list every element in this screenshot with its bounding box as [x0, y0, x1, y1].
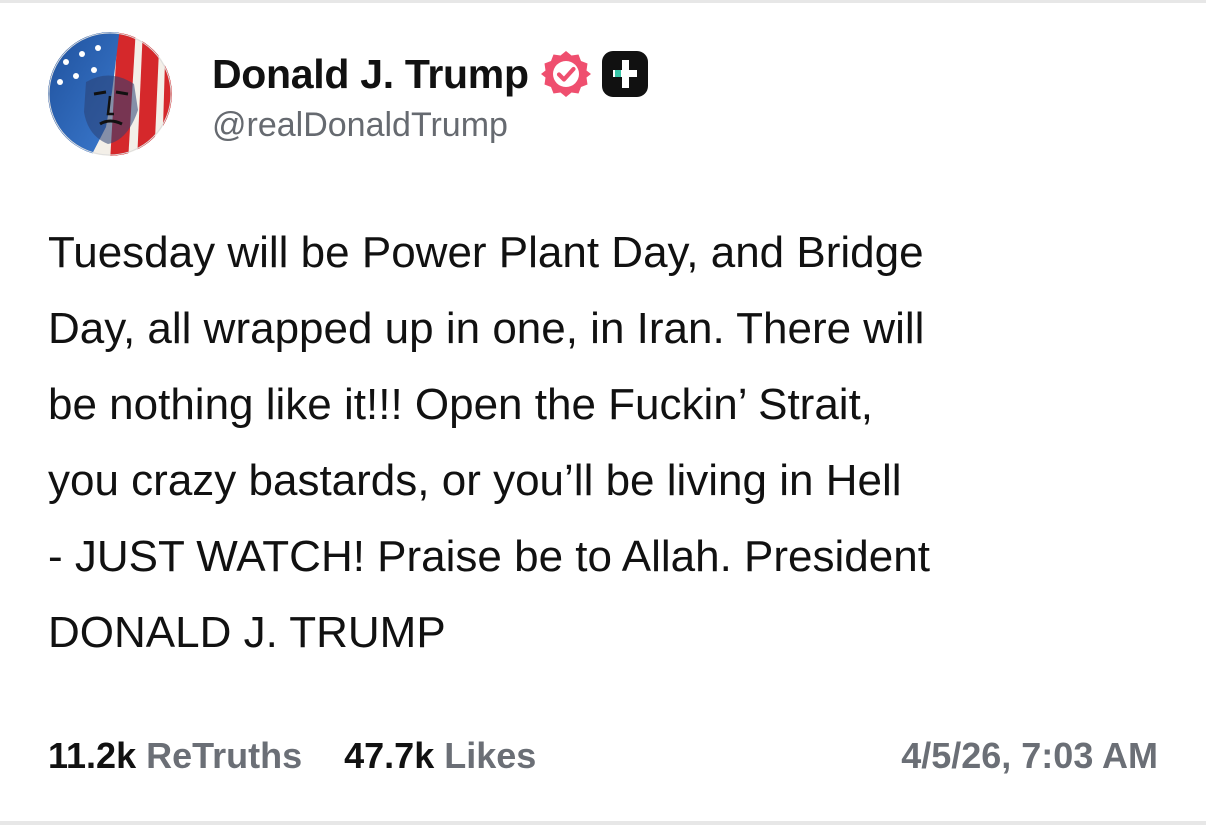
- post-timestamp[interactable]: 4/5/26, 7:03 AM: [901, 730, 1158, 782]
- likes-count: 47.7k: [344, 735, 435, 776]
- name-row: Donald J. Trump: [212, 50, 912, 98]
- flag-portrait-avatar-icon: [48, 32, 172, 156]
- author-handle[interactable]: @realDonaldTrump: [212, 106, 912, 145]
- bottom-divider: [0, 821, 1206, 825]
- retruths-stat[interactable]: 11.2k ReTruths: [48, 735, 302, 777]
- likes-label: Likes: [444, 735, 537, 776]
- plus-badge-icon: [601, 50, 649, 98]
- post-text: Tuesday will be Power Plant Day, and Bri…: [48, 228, 930, 657]
- author-info: Donald J. Trump @realDonaldTrump: [212, 50, 912, 160]
- author-display-name[interactable]: Donald J. Trump: [212, 51, 529, 98]
- retruths-label: ReTruths: [146, 735, 303, 776]
- post-header: Donald J. Trump @realDonaldTrump: [48, 32, 1158, 156]
- retruths-count: 11.2k: [48, 735, 137, 776]
- avatar[interactable]: [48, 32, 172, 156]
- truth-post: Donald J. Trump @realDonaldTrump Tuesday…: [0, 0, 1206, 825]
- likes-stat[interactable]: 47.7k Likes: [344, 735, 536, 777]
- post-stats: 11.2k ReTruths 47.7k Likes: [48, 730, 578, 782]
- verified-badge-icon: [540, 49, 591, 99]
